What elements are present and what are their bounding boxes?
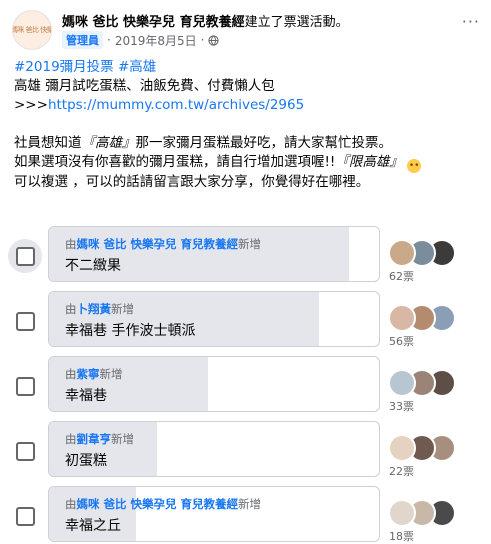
poll-option: 由卜翔黃新增 幸福巷 手作波士頓派 56票 bbox=[0, 291, 491, 349]
vote-checkbox[interactable] bbox=[15, 506, 35, 526]
by-prefix: 由 bbox=[65, 432, 77, 446]
by-prefix: 由 bbox=[65, 302, 77, 316]
voter-avatars[interactable] bbox=[388, 304, 468, 332]
poll-option: 由劉韋亨新增 初蛋糕 22票 bbox=[0, 421, 491, 479]
poll-option: 由媽咪 爸比 快樂孕兒 育兒教養經新增 不二緻果 62票 bbox=[0, 226, 491, 284]
vote-checkbox-area[interactable] bbox=[8, 499, 42, 533]
voter-avatars[interactable] bbox=[388, 369, 468, 397]
option-added-by: 由劉韋亨新增 bbox=[65, 431, 134, 447]
poll-option: 由媽咪 爸比 快樂孕兒 育兒教養經新增 幸福之丘 18票 bbox=[0, 486, 491, 544]
post-header: 媽咪 爸比 快樂 媽咪 爸比 快樂孕兒 育兒教養經建立了票選活動。 管理員 · … bbox=[12, 10, 482, 50]
vote-checkbox-area[interactable] bbox=[8, 239, 42, 273]
option-label: 幸福之丘 bbox=[65, 518, 121, 534]
option-label: 不二緻果 bbox=[65, 258, 121, 274]
voter-avatar bbox=[388, 239, 416, 267]
vote-count[interactable]: 56票 bbox=[389, 333, 414, 349]
vote-count[interactable]: 33票 bbox=[389, 398, 414, 414]
voter-avatars[interactable] bbox=[388, 434, 468, 462]
post-line3: 如果選項沒有你喜歡的彌月蛋糕，請自行增加選項喔!!『限高雄』 •• bbox=[14, 153, 479, 173]
poll-option-box[interactable]: 由媽咪 爸比 快樂孕兒 育兒教養經新增 幸福之丘 bbox=[48, 486, 380, 542]
poll-option-box[interactable]: 由媽咪 爸比 快樂孕兒 育兒教養經新增 不二緻果 bbox=[48, 226, 380, 282]
adder-name[interactable]: 劉韋亨 bbox=[77, 432, 112, 446]
article-link[interactable]: https://mummy.com.tw/archives/2965 bbox=[48, 97, 304, 113]
vote-checkbox-area[interactable] bbox=[8, 304, 42, 338]
poll-option: 由紫寧新增 幸福巷 33票 bbox=[0, 356, 491, 414]
p3-emphasis: 『限高雄』 bbox=[335, 154, 403, 170]
p3-text-a: 如果選項沒有你喜歡的彌月蛋糕，請自行增加選項喔!! bbox=[14, 154, 336, 170]
p2-text-a: 社員想知道 bbox=[14, 135, 82, 151]
avatar-logo-text: 媽咪 爸比 快樂 bbox=[12, 26, 52, 34]
vote-checkbox[interactable] bbox=[15, 311, 35, 331]
voter-avatar bbox=[388, 304, 416, 332]
p2-emphasis: 『高雄』 bbox=[81, 135, 136, 151]
admin-badge: 管理員 bbox=[62, 31, 103, 49]
p2-text-b: 那一家彌月蛋糕最好吃，請大家幫忙投票。 bbox=[135, 135, 393, 151]
post-line1: 高雄 彌月試吃蛋糕、油飯免費、付費懶人包 bbox=[14, 78, 275, 94]
vote-checkbox[interactable] bbox=[15, 246, 35, 266]
adder-name[interactable]: 卜翔黃 bbox=[77, 302, 112, 316]
post-line2: 社員想知道『高雄』那一家彌月蛋糕最好吃，請大家幫忙投票。 bbox=[14, 134, 479, 153]
added-suffix: 新增 bbox=[111, 432, 134, 446]
post-date[interactable]: 2019年8月5日 bbox=[115, 32, 197, 49]
added-suffix: 新增 bbox=[111, 302, 134, 316]
vote-checkbox[interactable] bbox=[15, 441, 35, 461]
vote-count[interactable]: 22票 bbox=[389, 463, 414, 479]
added-suffix: 新增 bbox=[99, 367, 123, 381]
by-prefix: 由 bbox=[65, 237, 77, 251]
added-suffix: 新增 bbox=[238, 237, 262, 251]
adder-name[interactable]: 媽咪 爸比 快樂孕兒 育兒教養經 bbox=[77, 497, 239, 511]
poll-option-box[interactable]: 由劉韋亨新增 初蛋糕 bbox=[48, 421, 380, 477]
hashtags[interactable]: #2019彌月投票 #高雄 bbox=[14, 58, 479, 77]
option-label: 幸福巷 手作波士頓派 bbox=[65, 323, 196, 339]
adder-name[interactable]: 紫寧 bbox=[77, 367, 100, 381]
option-added-by: 由紫寧新增 bbox=[65, 366, 123, 382]
voter-avatars[interactable] bbox=[388, 239, 468, 267]
vote-count[interactable]: 62票 bbox=[389, 268, 414, 284]
vote-checkbox[interactable] bbox=[15, 376, 35, 396]
post-body: #2019彌月投票 #高雄 高雄 彌月試吃蛋糕、油飯免費、付費懶人包 >>>ht… bbox=[14, 58, 479, 192]
author-name[interactable]: 媽咪 爸比 快樂孕兒 育兒教養經 bbox=[62, 15, 245, 30]
post-line4: 可以複選 ，可以的話請留言跟大家分享，你覺得好在哪裡。 bbox=[14, 174, 370, 190]
by-prefix: 由 bbox=[65, 497, 77, 511]
vote-count[interactable]: 18票 bbox=[389, 528, 414, 544]
by-prefix: 由 bbox=[65, 367, 77, 381]
option-label: 幸福巷 bbox=[65, 388, 107, 404]
post-meta: 管理員 · 2019年8月5日 · bbox=[62, 31, 220, 49]
voter-avatar bbox=[388, 499, 416, 527]
post-action: 建立了票選活動。 bbox=[244, 15, 349, 30]
post-link-line: >>>https://mummy.com.tw/archives/2965 bbox=[14, 96, 479, 115]
emoji-icon: •• bbox=[407, 159, 422, 173]
voter-avatars[interactable] bbox=[388, 499, 468, 527]
option-added-by: 由媽咪 爸比 快樂孕兒 育兒教養經新增 bbox=[65, 496, 261, 512]
post-author-line: 媽咪 爸比 快樂孕兒 育兒教養經建立了票選活動。 bbox=[62, 11, 349, 30]
voter-avatar bbox=[388, 434, 416, 462]
globe-icon bbox=[208, 34, 220, 46]
option-label: 初蛋糕 bbox=[65, 453, 107, 469]
vote-checkbox-area[interactable] bbox=[8, 369, 42, 403]
option-added-by: 由媽咪 爸比 快樂孕兒 育兒教養經新增 bbox=[65, 236, 261, 252]
separator: · bbox=[107, 33, 111, 47]
page-avatar[interactable]: 媽咪 爸比 快樂 bbox=[12, 10, 52, 50]
separator-2: · bbox=[200, 33, 205, 47]
adder-name[interactable]: 媽咪 爸比 快樂孕兒 育兒教養經 bbox=[77, 237, 239, 251]
vote-checkbox-area[interactable] bbox=[8, 434, 42, 468]
voter-avatar bbox=[388, 369, 416, 397]
added-suffix: 新增 bbox=[238, 497, 262, 511]
link-prefix: >>> bbox=[14, 97, 48, 113]
option-added-by: 由卜翔黃新增 bbox=[65, 301, 134, 317]
more-options-icon[interactable]: ··· bbox=[462, 12, 480, 31]
poll-option-box[interactable]: 由紫寧新增 幸福巷 bbox=[48, 356, 380, 412]
poll-option-box[interactable]: 由卜翔黃新增 幸福巷 手作波士頓派 bbox=[48, 291, 380, 347]
